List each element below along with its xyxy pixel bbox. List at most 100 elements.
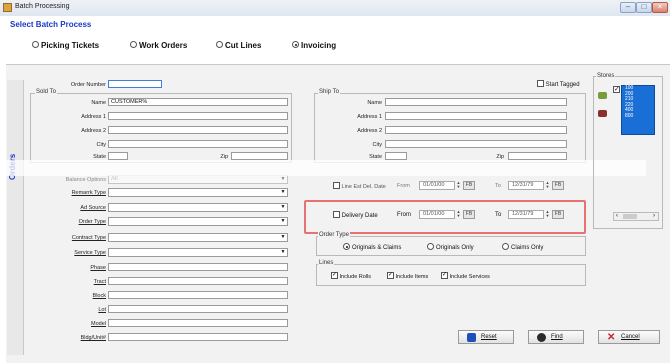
scroll-left-icon[interactable]: ‹ [616, 213, 618, 220]
include-rolls-checkbox[interactable]: ✓ Include Rolls [331, 272, 371, 280]
uncheck-all-icon[interactable] [598, 110, 607, 117]
sold-to-title: Sold To [35, 89, 57, 95]
sold-to-address2-label: Address 2 [81, 128, 106, 134]
line-est-from-spinner[interactable]: ▲ ▼ [456, 181, 461, 190]
radio-claims-only[interactable]: Claims Only [502, 243, 543, 251]
radio-icon [427, 243, 434, 250]
store-item[interactable]: 800 [625, 113, 654, 120]
line-est-from-label: From [397, 183, 410, 189]
ship-to-address2-input[interactable] [385, 126, 567, 134]
remark-type-label: Remarrk Type [71, 190, 106, 196]
ship-to-state-input[interactable] [385, 152, 407, 160]
radio-cut-lines[interactable]: Cut Lines [216, 41, 261, 50]
order-number-input[interactable] [108, 80, 162, 88]
stores-scrollbar[interactable]: ‹ › [613, 212, 659, 221]
store-checkmark-icon[interactable]: ✓ [613, 86, 620, 93]
dropdown-arrow-icon: ▼ [280, 234, 286, 240]
tab-orders[interactable]: Orders [7, 80, 24, 355]
maximize-button[interactable]: □ [636, 2, 652, 13]
reset-button[interactable]: Reset [458, 330, 514, 344]
minimize-button[interactable]: – [620, 2, 636, 13]
radio-icon [32, 41, 39, 49]
radio-invoicing[interactable]: Invoicing [292, 41, 336, 50]
remark-type-combo[interactable]: ▼ [108, 188, 288, 197]
tract-input[interactable] [108, 277, 288, 285]
dropdown-arrow-icon: ▼ [280, 189, 286, 195]
sold-to-zip-input[interactable] [231, 152, 288, 160]
line-est-from-fb-button[interactable]: FB [463, 181, 475, 190]
ship-to-name-label: Name [367, 100, 382, 106]
close-button[interactable]: × [652, 2, 668, 13]
start-tagged-label: Start Tagged [545, 82, 580, 89]
radio-label: Invoicing [301, 41, 337, 50]
find-button[interactable]: Find [528, 330, 584, 344]
phase-input[interactable] [108, 263, 288, 271]
radio-label: Cut Lines [225, 41, 262, 50]
bldg-unit-input[interactable] [108, 333, 288, 341]
order-type-group-title: Order Type [318, 232, 350, 238]
fade-overlay [6, 160, 646, 176]
radio-selected-icon [292, 41, 299, 49]
highlight-annotation [304, 200, 586, 234]
tract-label: Tract [93, 279, 106, 285]
reset-label: Reset [481, 334, 497, 340]
line-est-del-checkbox[interactable]: Line Est Del. Date [333, 182, 386, 190]
sold-to-address1-input[interactable] [108, 112, 288, 120]
radio-originals-only[interactable]: Originals Only [427, 243, 474, 251]
ship-to-name-input[interactable] [385, 98, 567, 106]
line-est-to-fb-button[interactable]: FB [552, 181, 564, 190]
maximize-icon: □ [641, 2, 647, 11]
sold-to-name-input[interactable]: CUSTOMER% [108, 98, 288, 106]
sold-to-city-input[interactable] [108, 140, 288, 148]
contract-type-combo[interactable]: ▼ [108, 233, 288, 242]
model-input[interactable] [108, 319, 288, 327]
ship-to-city-label: City [372, 142, 382, 148]
order-type-label: Order Type [78, 219, 106, 225]
bldg-unit-label: Bldg/Unit# [80, 335, 106, 341]
radio-icon [130, 41, 137, 49]
ad-source-combo[interactable]: ▼ [108, 203, 288, 212]
ship-to-zip-input[interactable] [508, 152, 567, 160]
service-type-combo[interactable]: ▼ [108, 248, 288, 257]
line-est-to-date[interactable]: 12/31/79 [508, 181, 544, 190]
radio-originals-claims[interactable]: Originals & Claims [343, 243, 402, 252]
include-services-checkbox[interactable]: ✓ Include Services [441, 272, 490, 280]
line-est-to-label: To [495, 183, 501, 189]
radio-selected-icon [343, 243, 350, 250]
start-tagged-checkbox[interactable]: Start Tagged [537, 80, 580, 89]
order-number-label: Order Number [70, 82, 106, 88]
ship-to-city-input[interactable] [385, 140, 567, 148]
checkmark-icon: ✓ [331, 272, 338, 279]
block-label: Block [92, 293, 106, 299]
dropdown-arrow-icon: ▼ [280, 176, 286, 182]
lines-group-title: Lines [318, 260, 335, 266]
sold-to-city-label: City [96, 142, 106, 148]
line-est-to-spinner[interactable]: ▲ ▼ [545, 181, 550, 190]
balance-options-combo[interactable]: All ▼ [108, 175, 288, 184]
find-label: Find [551, 334, 563, 340]
radio-label: Work Orders [139, 41, 188, 50]
scroll-thumb[interactable] [623, 214, 637, 219]
order-type-combo[interactable]: ▼ [108, 217, 288, 226]
app-icon [3, 3, 12, 12]
block-input[interactable] [108, 291, 288, 299]
stores-list[interactable]: 100 200 210 220 400 800 [621, 85, 655, 135]
line-est-del-label: Line Est Del. Date [341, 183, 386, 190]
ship-to-title: Ship To [318, 89, 340, 95]
sold-to-address2-input[interactable] [108, 126, 288, 134]
line-est-from-date[interactable]: 01/01/00 [419, 181, 455, 190]
dropdown-arrow-icon: ▼ [280, 249, 286, 255]
binoculars-icon [537, 333, 546, 342]
include-items-label: Include Items [395, 273, 429, 280]
radio-picking-tickets[interactable]: Picking Tickets [32, 41, 99, 50]
radio-label: Originals & Claims [352, 245, 402, 252]
ship-to-address1-input[interactable] [385, 112, 567, 120]
radio-work-orders[interactable]: Work Orders [130, 41, 187, 50]
lot-input[interactable] [108, 305, 288, 313]
include-items-checkbox[interactable]: ✓ Include Items [387, 272, 429, 280]
sold-to-state-input[interactable] [108, 152, 128, 160]
ad-source-label: Ad Source [80, 205, 106, 211]
scroll-right-icon[interactable]: › [653, 213, 655, 220]
check-all-icon[interactable] [598, 92, 607, 99]
cancel-button[interactable]: ✕ Cancel [598, 330, 660, 344]
